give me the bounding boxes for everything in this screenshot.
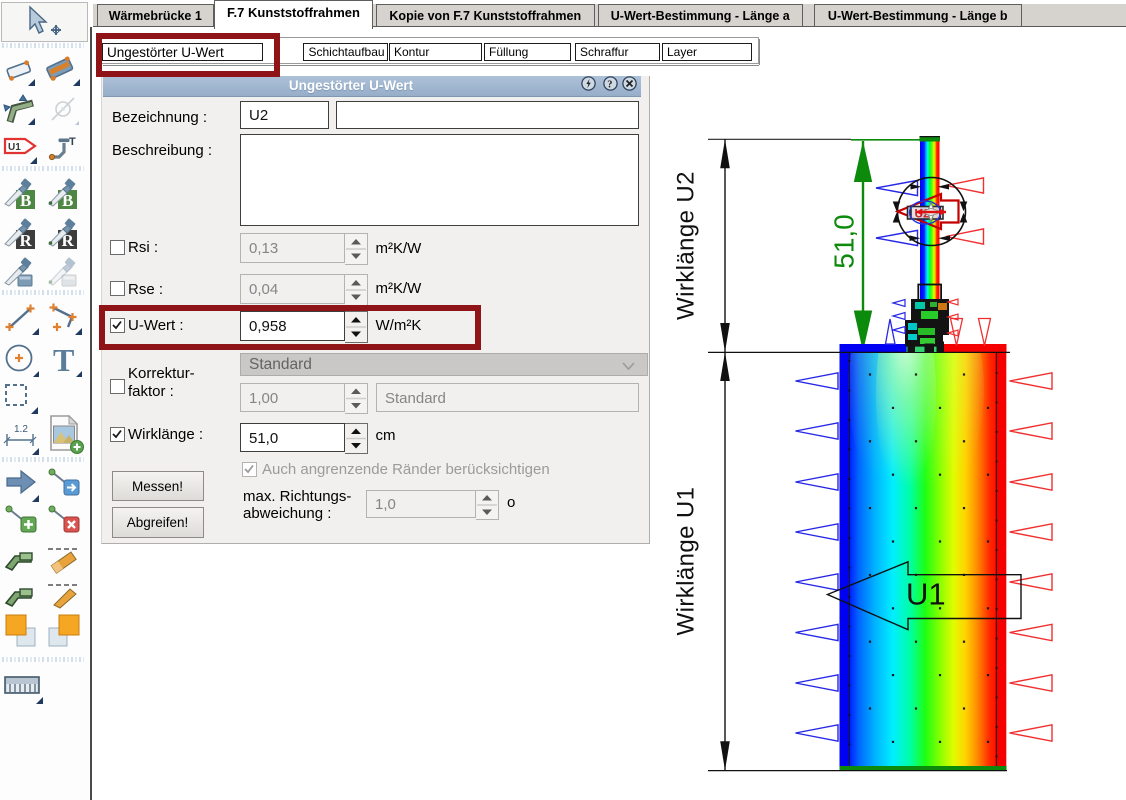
- svg-text:Wirklänge U2: Wirklänge U2: [673, 171, 700, 320]
- svg-text:51,0: 51,0: [829, 214, 860, 269]
- svg-text:Wirklänge U1: Wirklänge U1: [673, 487, 700, 636]
- svg-text:?: ?: [607, 79, 612, 90]
- svg-text:U1: U1: [906, 577, 946, 612]
